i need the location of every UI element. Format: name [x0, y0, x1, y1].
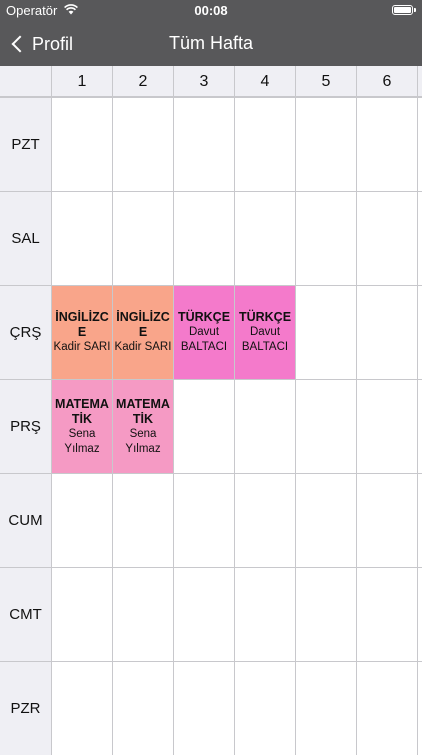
lesson-name: İNGİLİZCE	[55, 310, 109, 339]
timetable-cell[interactable]	[356, 285, 417, 379]
timetable-cell[interactable]	[234, 379, 295, 473]
navigation-bar: Profil Tüm Hafta	[0, 22, 422, 66]
lesson-teacher: Sena Yılmaz	[64, 427, 100, 455]
period-header-overflow	[417, 66, 422, 97]
timetable-cell[interactable]	[112, 191, 173, 285]
header-divider	[0, 96, 422, 97]
timetable-cell[interactable]	[51, 567, 112, 661]
timetable-cell[interactable]	[234, 473, 295, 567]
lesson-teacher: Davut BALTACI	[241, 326, 289, 353]
timetable-cell[interactable]	[417, 97, 422, 191]
lesson-block[interactable]: MATEMATİK Sena Yılmaz	[52, 380, 112, 473]
lesson-name: TÜRKÇE	[177, 310, 231, 324]
timetable-cell[interactable]	[173, 567, 234, 661]
timetable-cell[interactable]	[417, 191, 422, 285]
status-bar: Operatör 00:08	[0, 0, 422, 22]
timetable-cell[interactable]	[173, 473, 234, 567]
day-header-2: SAL	[0, 191, 51, 285]
day-header-7: PZR	[0, 661, 51, 755]
day-header-3: ÇRŞ	[0, 285, 51, 379]
timetable-cell[interactable]	[417, 567, 422, 661]
lesson-teacher: Kadir SARI	[53, 341, 111, 353]
timetable-cell[interactable]	[112, 567, 173, 661]
weekly-timetable: 1 2 3 4 5 6 PZT SAL ÇRŞ PRŞ CUM CMT PZR İNGİLİZCE Kadi…	[0, 66, 422, 755]
timetable-cell[interactable]	[173, 97, 234, 191]
lesson-teacher: Davut BALTACI	[180, 326, 228, 353]
day-header-5: CUM	[0, 473, 51, 567]
lesson-block[interactable]: TÜRKÇE Davut BALTACI	[174, 286, 234, 379]
period-header-3: 3	[173, 66, 234, 97]
timetable-cell[interactable]	[356, 661, 417, 755]
timetable-cell[interactable]	[51, 661, 112, 755]
lesson-teacher: Kadir SARI	[114, 341, 172, 353]
lesson-block[interactable]: İNGİLİZCE Kadir SARI	[52, 286, 112, 379]
timetable-cell[interactable]	[112, 661, 173, 755]
timetable-cell[interactable]	[356, 567, 417, 661]
timetable-cell[interactable]	[234, 191, 295, 285]
timetable-cell[interactable]	[356, 473, 417, 567]
timetable-cell[interactable]	[51, 97, 112, 191]
lesson-teacher: Sena Yılmaz	[125, 427, 161, 455]
lesson-block[interactable]: TÜRKÇE Davut BALTACI	[235, 286, 295, 379]
timetable-cell[interactable]	[417, 285, 422, 379]
lesson-name: MATEMATİK	[55, 396, 109, 426]
period-header-5: 5	[295, 66, 356, 97]
timetable-cell[interactable]	[112, 97, 173, 191]
timetable-cell[interactable]	[295, 97, 356, 191]
lesson-name: MATEMATİK	[116, 396, 170, 426]
period-header-4: 4	[234, 66, 295, 97]
timetable-cell[interactable]	[295, 285, 356, 379]
status-time: 00:08	[194, 3, 228, 18]
grid-corner	[0, 66, 51, 97]
timetable-cell[interactable]	[173, 191, 234, 285]
lesson-block[interactable]: İNGİLİZCE Kadir SARI	[113, 286, 173, 379]
timetable-cell[interactable]	[173, 661, 234, 755]
timetable-cell[interactable]	[234, 567, 295, 661]
timetable-cell[interactable]	[295, 567, 356, 661]
period-header-2: 2	[112, 66, 173, 97]
timetable-cell[interactable]	[51, 473, 112, 567]
timetable-cell[interactable]	[417, 661, 422, 755]
top-bar: Operatör 00:08 Profil Tüm Hafta	[0, 0, 422, 66]
day-header-1: PZT	[0, 97, 51, 191]
day-header-4: PRŞ	[0, 379, 51, 473]
day-header-6: CMT	[0, 567, 51, 661]
timetable-cell[interactable]	[356, 191, 417, 285]
timetable-cell[interactable]	[295, 379, 356, 473]
lesson-block[interactable]: MATEMATİK Sena Yılmaz	[113, 380, 173, 473]
lesson-name: İNGİLİZCE	[116, 310, 170, 339]
timetable-cell[interactable]	[295, 473, 356, 567]
period-header-1: 1	[51, 66, 112, 97]
timetable-cell[interactable]	[356, 379, 417, 473]
timetable-cell[interactable]	[295, 191, 356, 285]
timetable-cell[interactable]	[51, 191, 112, 285]
period-header-6: 6	[356, 66, 417, 97]
battery-icon	[392, 5, 416, 15]
timetable-cell[interactable]	[173, 379, 234, 473]
timetable-cell[interactable]	[417, 473, 422, 567]
timetable-cell[interactable]	[234, 661, 295, 755]
timetable-cell[interactable]	[234, 97, 295, 191]
timetable-cell[interactable]	[112, 473, 173, 567]
lesson-name: TÜRKÇE	[238, 310, 292, 324]
page-title: Tüm Hafta	[168, 33, 254, 53]
timetable-cell[interactable]	[356, 97, 417, 191]
timetable-cell[interactable]	[295, 661, 356, 755]
timetable-cell[interactable]	[417, 379, 422, 473]
